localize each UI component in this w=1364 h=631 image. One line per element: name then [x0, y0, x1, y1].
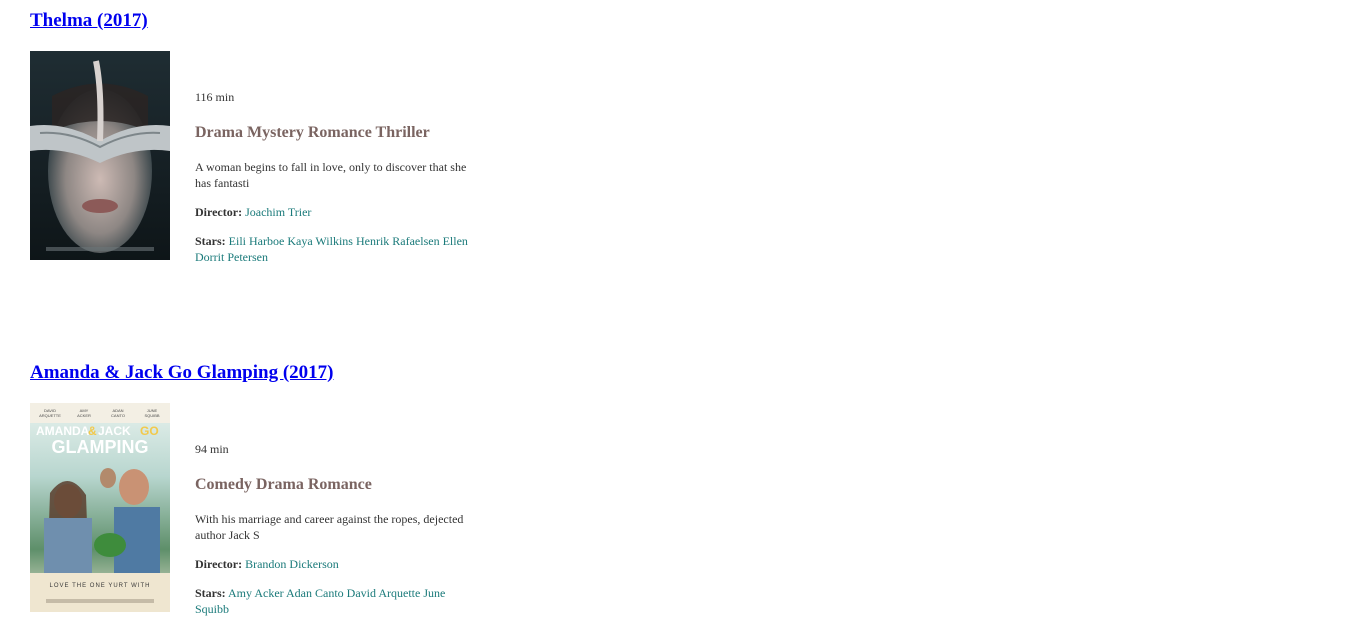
director-label: Director: — [195, 557, 243, 571]
genres: Drama Mystery Romance Thriller — [195, 124, 430, 141]
poster-thelma-image — [30, 51, 170, 260]
runtime: 94 min — [195, 442, 229, 456]
stars-line: Stars: Eili Harboe Kaya Wilkins Henrik Raf… — [195, 233, 480, 265]
star-link[interactable]: Adan Canto — [284, 586, 344, 600]
movie-poster[interactable] — [30, 51, 170, 260]
poster-credit: SQUIBB — [144, 413, 159, 418]
movie-poster[interactable]: DAVID ARQUETTE AMY ACKER ADAN CANTO JUNE… — [30, 403, 170, 612]
movie-title-link[interactable]: Thelma (2017) — [30, 10, 148, 32]
plot-summary: A woman begins to fall in love, only to … — [195, 160, 467, 190]
runtime: 116 min — [195, 90, 235, 104]
star-link[interactable]: Kaya Wilkins — [284, 234, 353, 248]
stars-label: Stars: — [195, 586, 226, 600]
poster-title-glamping: GLAMPING — [52, 437, 149, 457]
poster-credit: ARQUETTE — [39, 413, 61, 418]
movie-card: Thelma (2017) 116 min Drama Mystery Roma… — [30, 10, 490, 264]
movie-title-link[interactable]: Amanda & Jack Go Glamping (2017) — [30, 362, 334, 384]
star-link[interactable]: David Arquette — [344, 586, 421, 600]
movie-body: DAVID ARQUETTE AMY ACKER ADAN CANTO JUNE… — [30, 403, 490, 616]
stars-line: Stars: Amy Acker Adan Canto David Arquette… — [195, 585, 480, 617]
poster-tagline: LOVE THE ONE YURT WITH — [50, 583, 151, 589]
poster-glamping-image: DAVID ARQUETTE AMY ACKER ADAN CANTO JUNE… — [30, 403, 170, 612]
stars-label: Stars: — [195, 234, 226, 248]
poster-title-jack: JACK — [98, 424, 131, 438]
poster-title-go: GO — [140, 424, 159, 438]
poster-credit: ACKER — [77, 413, 91, 418]
poster-credit: CANTO — [111, 413, 125, 418]
director-line: Director: Brandon Dickerson — [195, 556, 339, 572]
plot-summary: With his marriage and career against the… — [195, 512, 464, 542]
poster-title-amanda: AMANDA — [36, 424, 90, 438]
director-label: Director: — [195, 205, 243, 219]
director-line: Director: Joachim Trier — [195, 204, 311, 220]
star-link[interactable]: Henrik Rafaelsen — [353, 234, 440, 248]
genres: Comedy Drama Romance — [195, 476, 372, 493]
director-link[interactable]: Brandon Dickerson — [245, 557, 339, 571]
movie-body: 116 min Drama Mystery Romance Thriller A… — [30, 51, 490, 264]
star-link[interactable]: Eili Harboe — [229, 234, 285, 248]
poster-title-amp: & — [88, 424, 97, 438]
movie-card: Amanda & Jack Go Glamping (2017) DAVID A… — [30, 362, 490, 616]
director-link[interactable]: Joachim Trier — [245, 205, 311, 219]
star-link[interactable]: Amy Acker — [228, 586, 284, 600]
